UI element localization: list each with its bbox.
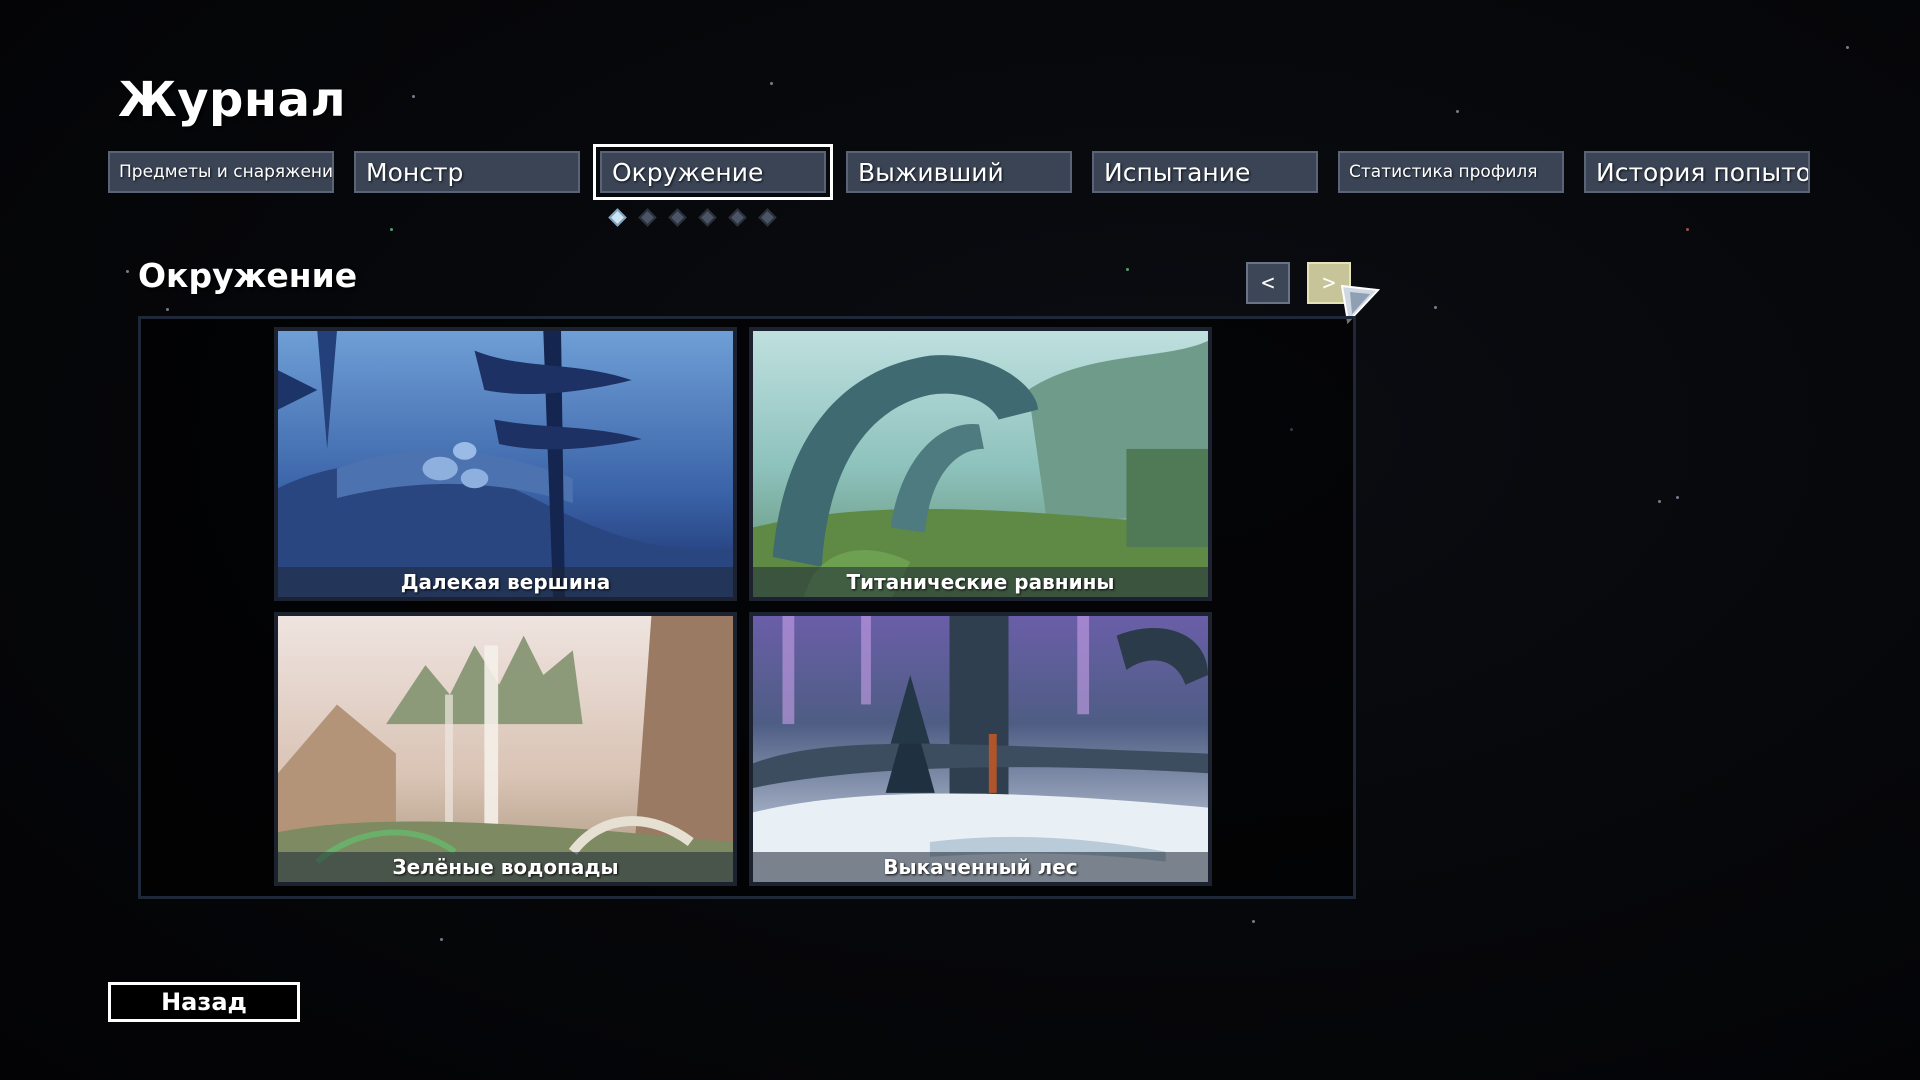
tab-environment[interactable]: Окружение <box>593 144 833 200</box>
page-dot[interactable] <box>728 208 747 227</box>
star <box>1434 306 1437 309</box>
environment-name: Зелёные водопады <box>278 852 733 882</box>
environment-thumbnail <box>753 616 1208 882</box>
page-dot[interactable] <box>758 208 777 227</box>
tab-monster[interactable]: Монстр <box>354 151 580 193</box>
environment-name: Далекая вершина <box>278 567 733 597</box>
tab-items-equipment[interactable]: Предметы и снаряжение <box>108 151 334 193</box>
star <box>1252 920 1255 923</box>
environment-card[interactable]: Далекая вершина <box>274 327 737 601</box>
star <box>1456 110 1459 113</box>
environment-thumbnail <box>278 616 733 882</box>
page-dot[interactable] <box>698 208 717 227</box>
environment-name: Выкаченный лес <box>753 852 1208 882</box>
category-tabs: Предметы и снаряжение Монстр Окружение В… <box>108 144 1813 200</box>
environment-card[interactable]: Зелёные водопады <box>274 612 737 886</box>
star <box>1126 268 1129 271</box>
star <box>390 228 393 231</box>
environment-card[interactable]: Титанические равнины <box>749 327 1212 601</box>
back-button[interactable]: Назад <box>108 982 300 1022</box>
tab-challenge[interactable]: Испытание <box>1092 151 1318 193</box>
tab-run-history[interactable]: История попыток <box>1584 151 1810 193</box>
environment-thumbnail <box>278 331 733 597</box>
environment-name: Титанические равнины <box>753 567 1208 597</box>
environment-card[interactable]: Выкаченный лес <box>749 612 1212 886</box>
star <box>126 270 129 273</box>
star <box>1658 500 1661 503</box>
page-title: Журнал <box>118 72 347 128</box>
page-dot[interactable] <box>638 208 657 227</box>
prev-page-button[interactable]: < <box>1246 262 1290 304</box>
tab-survivor[interactable]: Выживший <box>846 151 1072 193</box>
star <box>1846 46 1849 49</box>
page-indicator <box>606 206 786 230</box>
page-dot-active[interactable] <box>608 208 627 227</box>
star <box>412 95 415 98</box>
tab-profile-stats[interactable]: Статистика профиля <box>1338 151 1564 193</box>
star <box>770 82 773 85</box>
star <box>1686 228 1689 231</box>
star <box>1676 496 1679 499</box>
environment-thumbnail <box>753 331 1208 597</box>
journal-screen: Журнал Предметы и снаряжение Монстр Окру… <box>0 0 1920 1080</box>
star <box>166 308 169 311</box>
star <box>440 938 443 941</box>
page-dot[interactable] <box>668 208 687 227</box>
section-title: Окружение <box>138 256 358 295</box>
